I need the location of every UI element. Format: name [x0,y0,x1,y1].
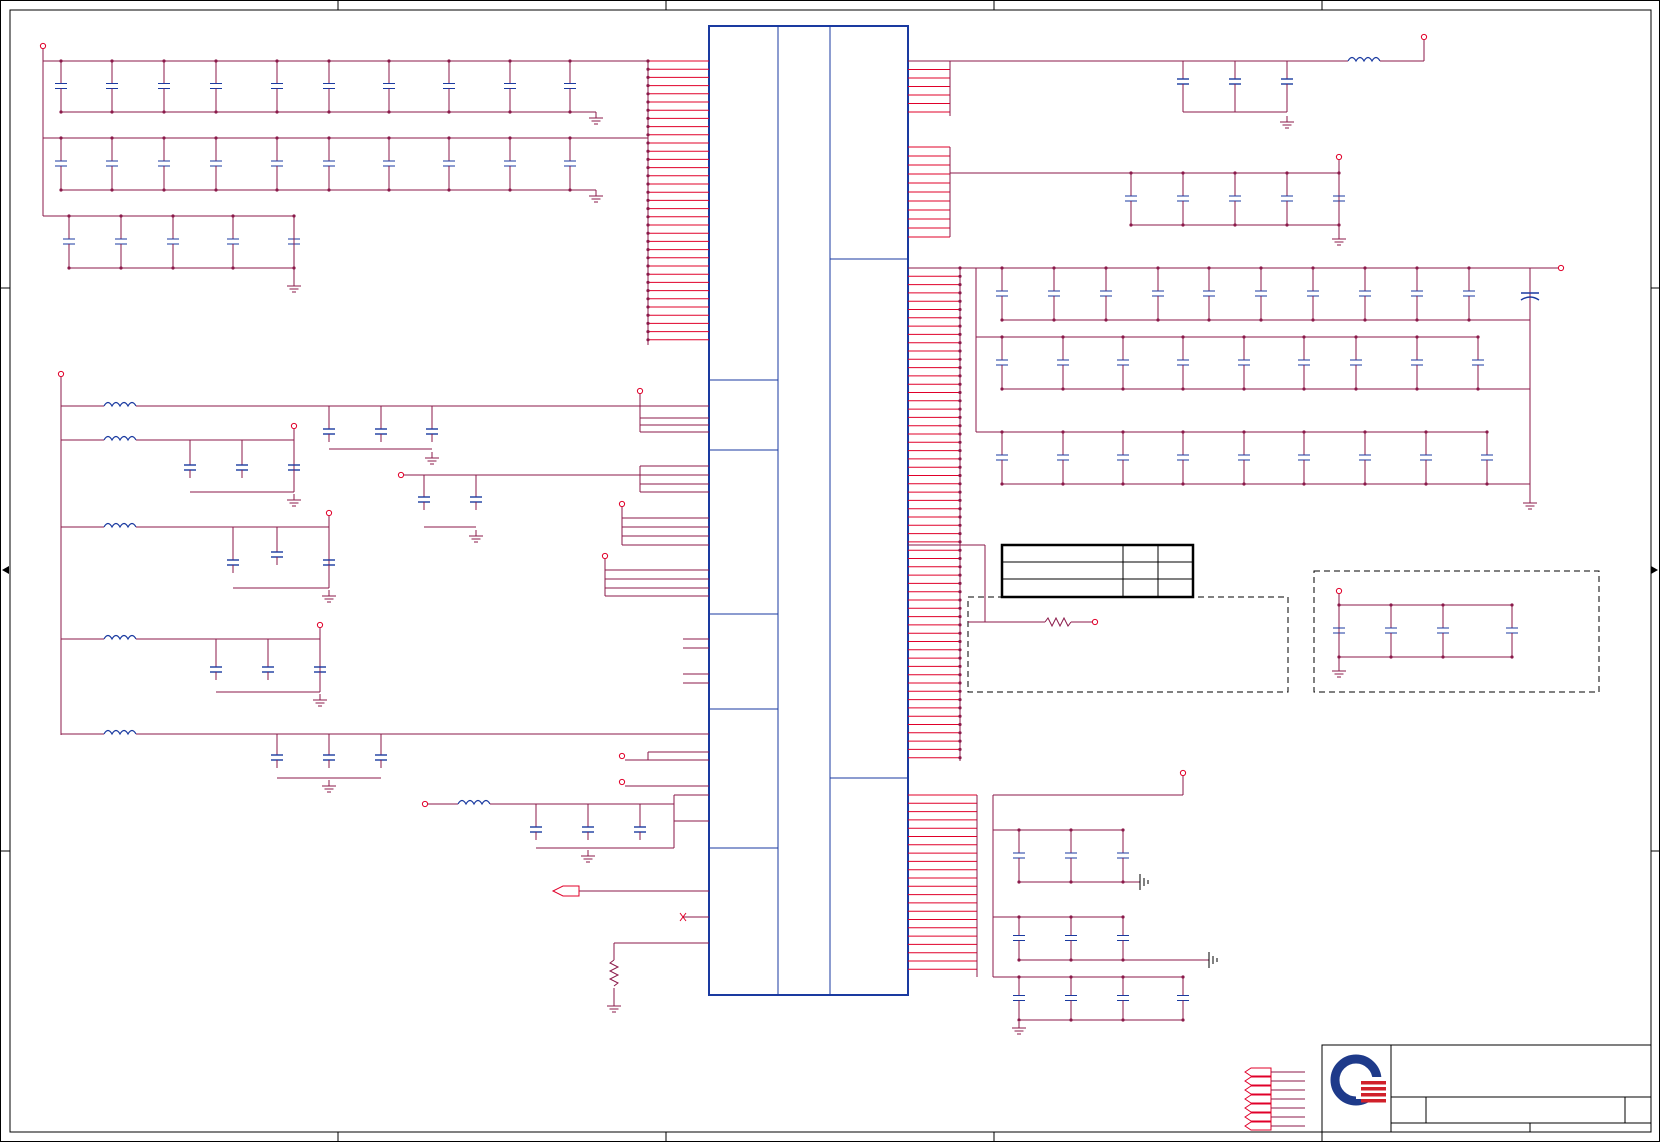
power-flag-right-2 [1335,153,1343,161]
dashed-option-box-2 [1313,570,1600,693]
bus-junctions [646,59,650,342]
power-flag-top-right [1420,33,1428,41]
right-second-rail [949,147,1340,237]
output-port-connector[interactable] [551,885,580,897]
right-top-caps [1176,61,1295,129]
schematic-sheet [0,0,1660,1142]
power-filters-left [57,370,709,1000]
option-table [1000,543,1195,599]
decoupling-bank-2 [43,136,648,203]
right-bank-3-caps [996,430,1493,486]
power-flag-bulk [1557,264,1565,272]
zone-arrow-left [2,566,9,574]
right-bulk-rail [908,267,1558,761]
right-second-caps [1125,171,1345,227]
off-page-connectors[interactable] [1244,1067,1305,1131]
right-bottom-caps [1013,828,1189,1022]
power-flag-bottom-right [1179,769,1187,777]
right-bank-2-caps [996,335,1484,391]
right-bottom-rails [976,776,1209,1021]
chassis-ground-2 [1208,952,1218,968]
chassis-ground-1 [1139,874,1149,890]
ic-pins-left [648,60,709,341]
zone-arrow-right [1651,566,1658,574]
decoupling-bank-3 [43,214,302,293]
ic-pins-right [908,60,977,970]
ic-body[interactable] [708,25,909,996]
filter-capacitors-left [183,421,647,1013]
pulldown-resistor [608,959,620,987]
right-top-rail [908,40,1425,116]
dashed-option-box-1 [908,544,1289,693]
company-logo [1330,1054,1386,1106]
right-bank-1-caps [996,266,1475,322]
